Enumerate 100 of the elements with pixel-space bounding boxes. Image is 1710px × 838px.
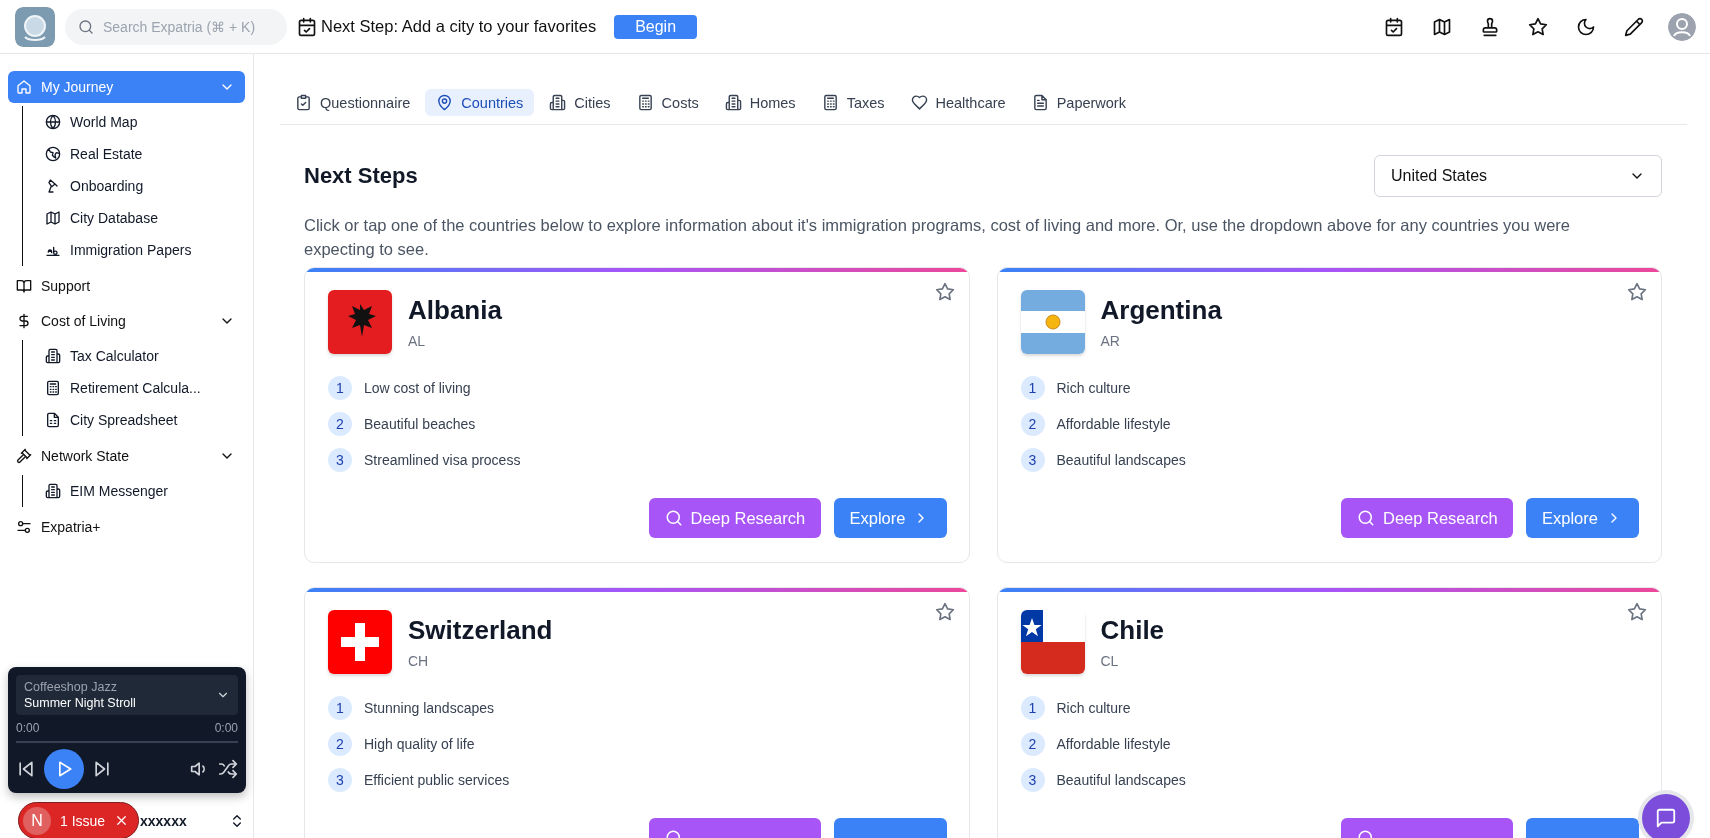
previous-button[interactable]: [16, 759, 36, 779]
highlight-text: Rich culture: [1056, 380, 1131, 396]
book-icon: [16, 278, 32, 294]
sidebar-item[interactable]: Onboarding: [39, 170, 245, 202]
search-icon: [664, 509, 683, 527]
number-badge: 3: [328, 768, 352, 792]
sidebar-item[interactable]: City Database: [39, 202, 245, 234]
favorite-button[interactable]: [1627, 282, 1647, 302]
map-icon: [45, 210, 61, 226]
tab[interactable]: Homes: [713, 89, 807, 116]
country-name: Argentina: [1100, 295, 1222, 326]
highlight-text: Affordable lifestyle: [1056, 416, 1171, 432]
flag-icon: [328, 290, 392, 354]
deep-research-button[interactable]: Deep Research: [648, 498, 821, 538]
star-icon: [934, 602, 955, 622]
highlight-text: Rich culture: [1056, 700, 1131, 716]
sidebar-item[interactable]: Expatria+: [8, 511, 245, 543]
gavel-icon: [16, 448, 32, 464]
shuffle-button[interactable]: [218, 759, 238, 779]
search-field[interactable]: Search Expatria (⌘ + K): [65, 8, 287, 45]
deep-research-button[interactable]: Deep Research: [1341, 498, 1513, 538]
sidebar-item[interactable]: Retirement Calcula...: [39, 372, 245, 404]
calendar-check-icon: [297, 16, 317, 37]
flag-icon: [1020, 290, 1085, 354]
tab[interactable]: Cities: [538, 89, 622, 116]
number-badge: 2: [1020, 412, 1045, 436]
dollar-icon: [16, 313, 32, 329]
begin-button[interactable]: Begin: [614, 14, 698, 39]
tab[interactable]: Countries: [425, 89, 535, 116]
country-card[interactable]: Argentina AR 1 Rich culture 2 Affordable lifestyle 3 Beautiful landscapes Deep Research Explore: [996, 267, 1662, 563]
sidebar-item[interactable]: Network State: [8, 440, 245, 472]
play-button[interactable]: [44, 749, 84, 789]
country-card[interactable]: Switzerland CH 1 Stunning landscapes 2 High quality of life 3 Efficient public services: [304, 587, 970, 838]
tab[interactable]: Costs: [625, 89, 710, 116]
star-icon: [1627, 602, 1647, 622]
stamp-icon: [1480, 16, 1500, 37]
skip-back-icon: [16, 759, 36, 779]
highlight-text: Stunning landscapes: [364, 700, 494, 716]
tab[interactable]: Paperwork: [1020, 89, 1137, 116]
number-badge: 3: [328, 448, 352, 472]
tab[interactable]: Healthcare: [899, 89, 1017, 116]
number-badge: 3: [1020, 768, 1045, 792]
country-name: Albania: [408, 295, 502, 326]
country-card[interactable]: Albania AL 1 Low cost of living 2 Beautiful beaches 3 Streamlined visa process Deep Research Explore: [304, 267, 970, 563]
map-pin-icon: [436, 94, 454, 111]
sidebar-item[interactable]: City Spreadsheet: [39, 404, 245, 436]
home-icon: [16, 79, 32, 95]
building-icon: [45, 483, 61, 499]
tab[interactable]: Taxes: [810, 89, 896, 116]
shuffle-icon: [218, 759, 238, 779]
explore-button[interactable]: Explore: [833, 498, 947, 538]
duration-time: 0:00: [214, 721, 238, 735]
country-dropdown[interactable]: United States: [1374, 155, 1662, 197]
building-icon: [549, 94, 567, 111]
sidebar-item[interactable]: World Map: [39, 106, 245, 138]
elapsed-time: 0:00: [16, 721, 40, 735]
number-badge: 3: [1020, 448, 1045, 472]
number-badge: 2: [328, 732, 352, 756]
next-button[interactable]: [92, 759, 112, 779]
sidebar-item[interactable]: Tax Calculator: [39, 340, 245, 372]
country-card[interactable]: Chile CL 1 Rich culture 2 Affordable lifestyle 3 Beautiful landscapes: [996, 587, 1662, 838]
sidebar-item[interactable]: Immigration Papers: [39, 234, 245, 266]
sidebar-item[interactable]: My Journey: [8, 71, 245, 103]
favorite-button[interactable]: [934, 602, 955, 622]
initial-badge: N: [23, 806, 51, 835]
heart-icon: [910, 94, 928, 111]
search-icon: [1357, 509, 1375, 527]
highlight-text: Low cost of living: [364, 380, 471, 396]
flag-icon: [1020, 610, 1085, 674]
favorite-button[interactable]: [1627, 602, 1647, 622]
calendar-check-icon: [1384, 16, 1404, 37]
number-badge: 2: [328, 412, 352, 436]
building-icon: [45, 348, 61, 364]
sliders-icon: [16, 519, 32, 535]
flag-icon: [328, 610, 392, 674]
issue-count: 1 Issue: [60, 812, 106, 829]
spreadsheet-icon: [45, 412, 61, 428]
calculator-icon: [45, 380, 61, 396]
sidebar-item[interactable]: Support: [8, 270, 245, 302]
sidebar-item[interactable]: EIM Messenger: [39, 475, 245, 507]
number-badge: 1: [1020, 696, 1045, 720]
map-icon: [1432, 16, 1452, 37]
calculator-icon: [636, 94, 654, 111]
chat-button[interactable]: [1642, 794, 1690, 838]
country-code: CH: [408, 653, 430, 669]
sidebar-item[interactable]: Cost of Living: [8, 305, 245, 337]
country-name: Switzerland: [408, 615, 553, 646]
logo-icon[interactable]: [15, 6, 55, 47]
sidebar-item[interactable]: Real Estate: [39, 138, 245, 170]
favorite-button[interactable]: [934, 282, 955, 302]
earth-icon: [45, 146, 61, 162]
tab[interactable]: Questionnaire: [284, 89, 422, 116]
globe-icon: [45, 114, 61, 130]
skip-forward-icon: [92, 759, 112, 779]
explore-button[interactable]: Explore: [1526, 498, 1639, 538]
description-text: Click or tap one of the countries below to explore information about it's immigration programs, cost of living and more. Or, use the dropdown above for any countries you were expecting to see.: [304, 215, 1572, 260]
star-icon: [934, 282, 955, 302]
calculator-icon: [821, 94, 839, 111]
issue-badge[interactable]: N 1 Issue: [18, 802, 139, 838]
highlight-text: Beautiful beaches: [364, 416, 476, 432]
